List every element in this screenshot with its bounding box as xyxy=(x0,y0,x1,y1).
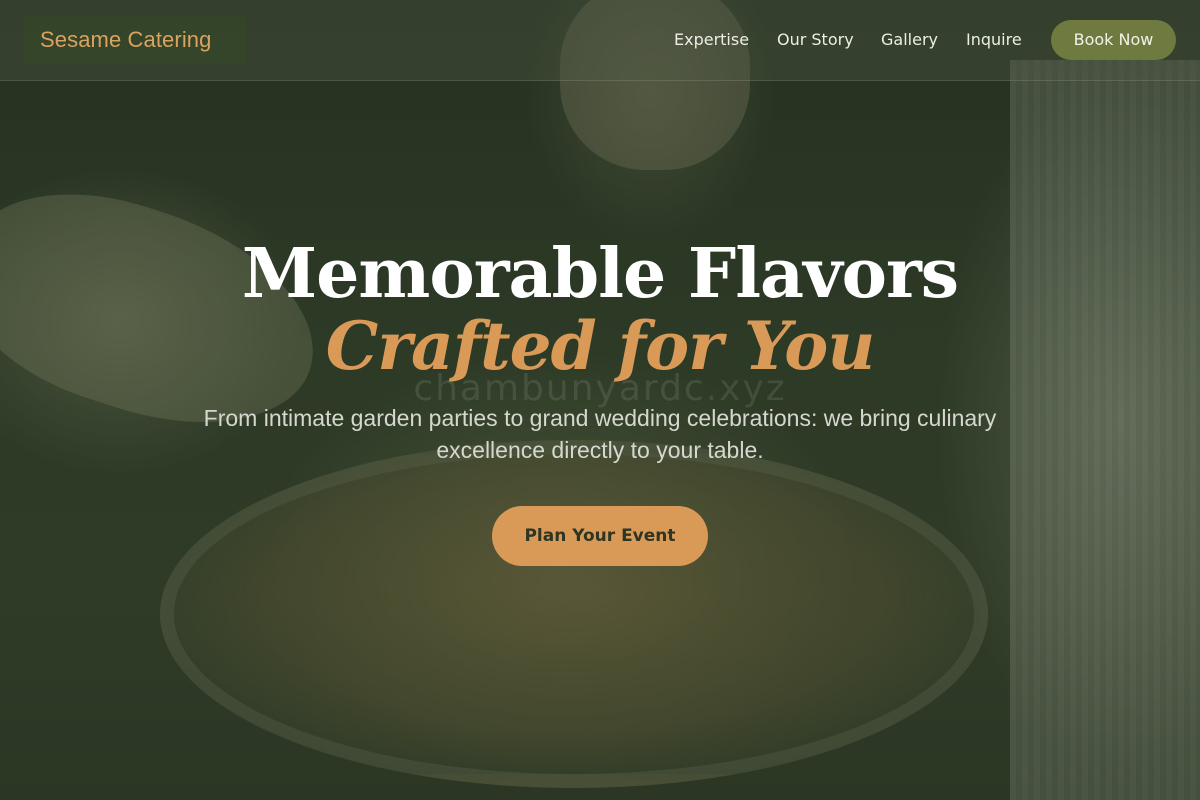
nav-link-gallery[interactable]: Gallery xyxy=(881,20,938,60)
nav-link-expertise[interactable]: Expertise xyxy=(674,20,749,60)
plan-your-event-button[interactable]: Plan Your Event xyxy=(492,506,708,566)
book-now-button[interactable]: Book Now xyxy=(1051,20,1176,60)
site-header: Sesame Catering Expertise Our Story Gall… xyxy=(0,0,1200,81)
hero-headline-accent: Crafted for You xyxy=(325,307,876,385)
food-bowl-image xyxy=(160,440,988,788)
site-logo[interactable]: Sesame Catering xyxy=(24,16,245,64)
nav-link-our-story[interactable]: Our Story xyxy=(777,20,854,60)
nav-link-inquire[interactable]: Inquire xyxy=(966,20,1022,60)
hero-subtext: From intimate garden parties to grand we… xyxy=(203,405,997,463)
right-sleeve-image xyxy=(1010,60,1200,800)
hero-section: Sesame Catering Expertise Our Story Gall… xyxy=(0,0,1200,800)
